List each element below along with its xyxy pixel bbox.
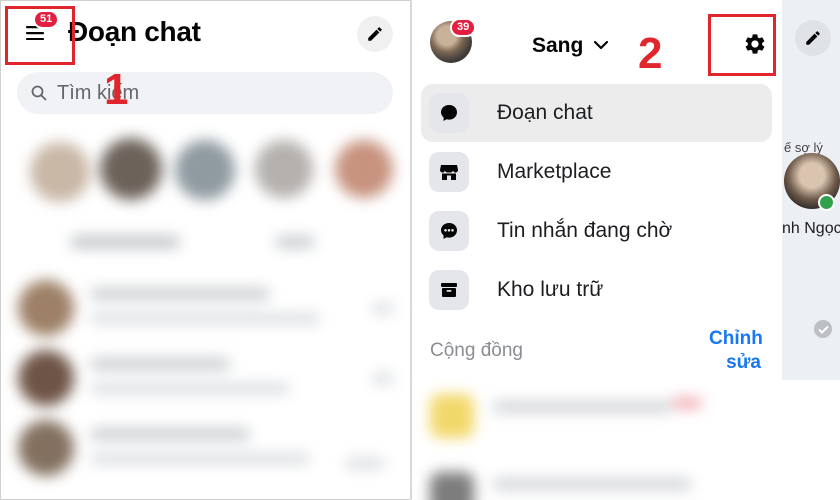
menu-item-label: Marketplace [497,160,612,183]
chevron-down-icon[interactable] [592,36,610,59]
menu-item-message-requests[interactable]: Tin nhắn đang chờ [421,202,772,260]
step-number-2: 2 [638,29,663,78]
highlight-box-step-2 [708,14,776,76]
menu-item-label: Kho lưu trữ [497,278,604,301]
pending-message-icon [429,211,469,251]
blurred-community-list [412,376,782,500]
menu-item-marketplace[interactable]: Marketplace [421,143,772,201]
storefront-icon [429,152,469,192]
search-icon [31,85,47,101]
step-number-1: 1 [104,65,129,114]
pencil-icon [368,27,382,41]
menu-item-archive[interactable]: Kho lưu trữ [421,261,772,319]
blurred-chat-content [0,118,410,500]
read-check-icon [814,320,832,338]
background-contact-name: nh Ngọc [782,220,840,237]
edit-communities-link[interactable]: Chỉnh sửa [709,327,763,375]
menu-drawer-screen: ế sợ lý nh Ngọc 39 Sang 2 Đoạn chat Mark… [412,0,840,500]
new-message-button[interactable] [357,16,393,52]
menu-item-label: Đoạn chat [497,101,593,124]
archive-box-icon [429,270,469,310]
online-indicator [818,194,835,211]
page-title: Đoạn chat [68,16,201,47]
menu-item-label: Tin nhắn đang chờ [497,219,673,242]
chat-list-screen: 51 Đoạn chat Tìm kiếm 1 [0,0,410,500]
menu-item-chats[interactable]: Đoạn chat [421,84,772,142]
search-input[interactable]: Tìm kiếm [17,72,393,114]
chat-bubble-icon [429,93,469,133]
account-switcher-name[interactable]: Sang [532,34,583,58]
background-new-message-button [795,20,831,56]
notification-badge: 39 [450,18,477,37]
pencil-icon [806,31,820,45]
highlight-box-step-1 [5,6,75,65]
community-section-label: Cộng đồng [430,340,523,361]
